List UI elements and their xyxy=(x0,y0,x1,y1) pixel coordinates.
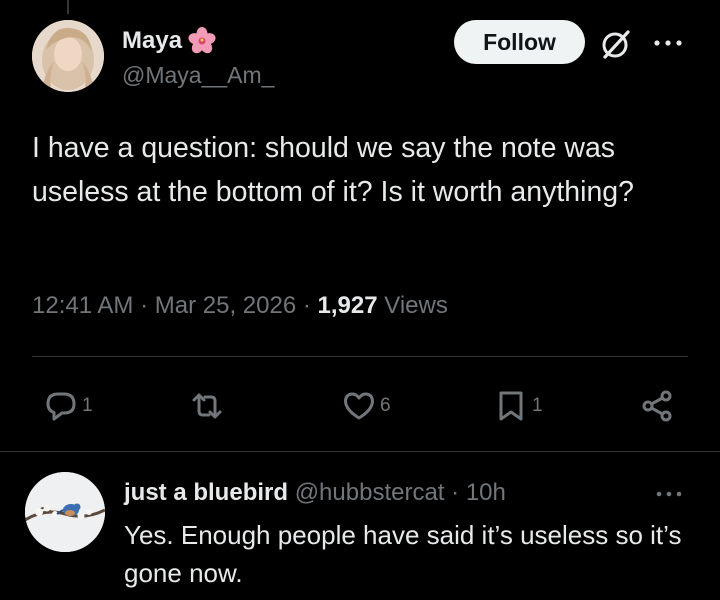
meta-separator: · xyxy=(302,292,311,319)
views-label: Views xyxy=(384,292,448,319)
reply-time[interactable]: 10h xyxy=(466,479,506,506)
bookmark-button[interactable]: 1 xyxy=(494,386,543,426)
hibiscus-flower-icon xyxy=(188,27,216,54)
more-icon[interactable] xyxy=(652,34,684,52)
heart-icon xyxy=(344,392,374,420)
tweet-text: I have a question: should we say the not… xyxy=(32,132,634,208)
views-count[interactable]: 1,927 xyxy=(318,292,378,319)
author-name[interactable]: Maya xyxy=(122,27,216,55)
reply-count: 1 xyxy=(82,395,93,416)
retweet-icon xyxy=(192,393,222,419)
author-name-text: Maya xyxy=(122,27,183,54)
follow-button[interactable]: Follow xyxy=(454,20,585,64)
author-avatar[interactable] xyxy=(32,20,104,92)
tweet-metadata: 12:41 AM · Mar 25, 2026 · 1,927 Views xyxy=(32,292,448,320)
bookmark-count: 1 xyxy=(532,395,543,416)
reply-author-name[interactable]: just a bluebird xyxy=(124,479,288,506)
reply-text: Yes. Enough people have said it’s useles… xyxy=(124,520,682,588)
bookmark-icon xyxy=(499,391,523,421)
tweet-time[interactable]: 12:41 AM xyxy=(32,292,133,319)
reply-author-handle[interactable]: @hubbstercat xyxy=(295,479,445,506)
reply-icon xyxy=(46,392,76,421)
grok-icon[interactable] xyxy=(598,26,634,62)
more-icon[interactable] xyxy=(654,486,684,502)
author-handle[interactable]: @Maya__Am_ xyxy=(122,62,274,89)
meta-separator: · xyxy=(451,479,460,506)
retweet-button[interactable] xyxy=(190,386,224,426)
divider xyxy=(0,451,720,452)
like-count: 6 xyxy=(380,395,391,416)
thread-connector-line xyxy=(67,0,69,14)
share-button[interactable] xyxy=(640,386,674,426)
avatar-photo xyxy=(32,20,104,92)
tweet-date[interactable]: Mar 25, 2026 xyxy=(155,292,296,319)
divider xyxy=(32,356,688,357)
like-button[interactable]: 6 xyxy=(342,386,391,426)
reply-header: just a bluebird @hubbstercat · 10h xyxy=(124,479,506,507)
meta-separator: · xyxy=(140,292,149,319)
avatar-photo xyxy=(25,472,105,552)
share-icon xyxy=(642,390,672,422)
reply-author-avatar[interactable] xyxy=(25,472,105,552)
reply-button[interactable]: 1 xyxy=(44,386,93,426)
